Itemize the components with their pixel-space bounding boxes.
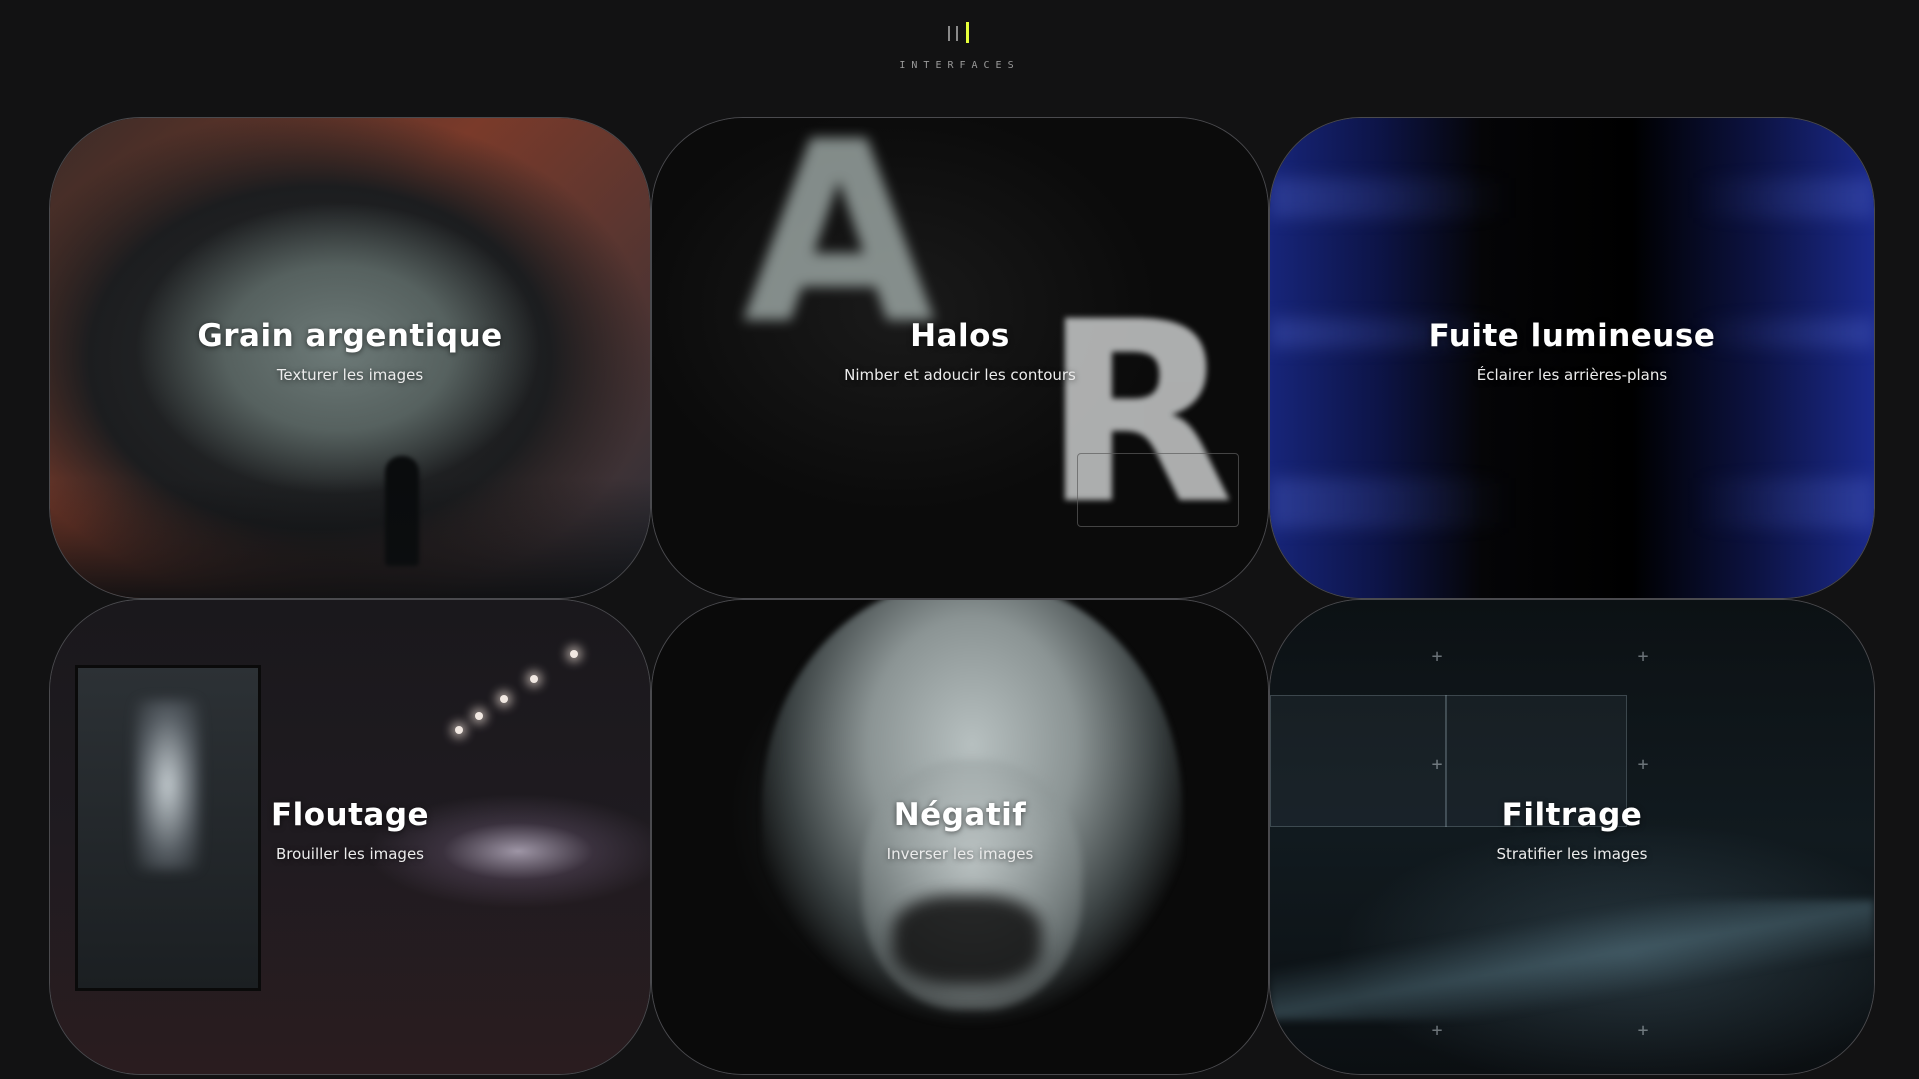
crosshair-icon: + [1637, 1020, 1649, 1041]
logo-bar [956, 26, 958, 41]
ground-shadow [50, 478, 650, 598]
card-filtrage[interactable]: + + + + + + Filtrage Stratifier les imag… [1269, 599, 1875, 1075]
bars-logo-icon[interactable] [945, 22, 975, 44]
card-subtitle: Inverser les images [886, 845, 1034, 863]
card-negatif[interactable]: Négatif Inverser les images [651, 599, 1269, 1075]
card-content: Grain argentique Texturer les images [50, 316, 650, 384]
card-title: Halos [910, 318, 1010, 354]
card-subtitle: Nimber et adoucir les contours [844, 366, 1076, 384]
card-halos[interactable]: A R Halos Nimber et adoucir les contours [651, 117, 1269, 599]
card-content: Filtrage Stratifier les images [1270, 795, 1874, 863]
header: INTERFACES [0, 0, 1919, 90]
light-streak [1270, 178, 1874, 218]
street-lamp [570, 650, 578, 658]
card-subtitle: Stratifier les images [1496, 845, 1648, 863]
card-title: Grain argentique [197, 318, 503, 354]
card-subtitle: Brouiller les images [276, 845, 424, 863]
crosshair-icon: + [1431, 1020, 1443, 1041]
card-title: Floutage [270, 797, 430, 833]
street-lamp [500, 695, 508, 703]
brand-name[interactable]: INTERFACES [0, 60, 1919, 71]
card-content: Négatif Inverser les images [652, 795, 1268, 863]
card-fuite-lumineuse[interactable]: Fuite lumineuse Éclairer les arrières-pl… [1269, 117, 1875, 599]
crosshair-icon: + [1637, 754, 1649, 775]
street-lamp [475, 712, 483, 720]
card-title: Négatif [893, 797, 1027, 833]
card-title: Fuite lumineuse [1428, 318, 1716, 354]
street-lamp [455, 726, 463, 734]
card-floutage[interactable]: Floutage Brouiller les images [49, 599, 651, 1075]
light-streak [1270, 478, 1874, 528]
portrait-mask [892, 895, 1042, 985]
logo-accent-bar [966, 22, 969, 43]
card-content: Fuite lumineuse Éclairer les arrières-pl… [1270, 316, 1874, 384]
street-lamp [530, 675, 538, 683]
particle-wave [1270, 900, 1874, 1020]
card-content: Halos Nimber et adoucir les contours [652, 316, 1268, 384]
card-title: Filtrage [1501, 797, 1643, 833]
card-subtitle: Éclairer les arrières-plans [1476, 366, 1668, 384]
crosshair-icon: + [1431, 646, 1443, 667]
crosshair-icon: + [1637, 646, 1649, 667]
device-label-graphic [1077, 453, 1239, 527]
effects-grid: Grain argentique Texturer les images A R… [49, 117, 1875, 1075]
logo-bar [948, 26, 950, 41]
card-grain-argentique[interactable]: Grain argentique Texturer les images [49, 117, 651, 599]
crosshair-icon: + [1431, 754, 1443, 775]
card-content: Floutage Brouiller les images [50, 795, 650, 863]
card-subtitle: Texturer les images [276, 366, 424, 384]
